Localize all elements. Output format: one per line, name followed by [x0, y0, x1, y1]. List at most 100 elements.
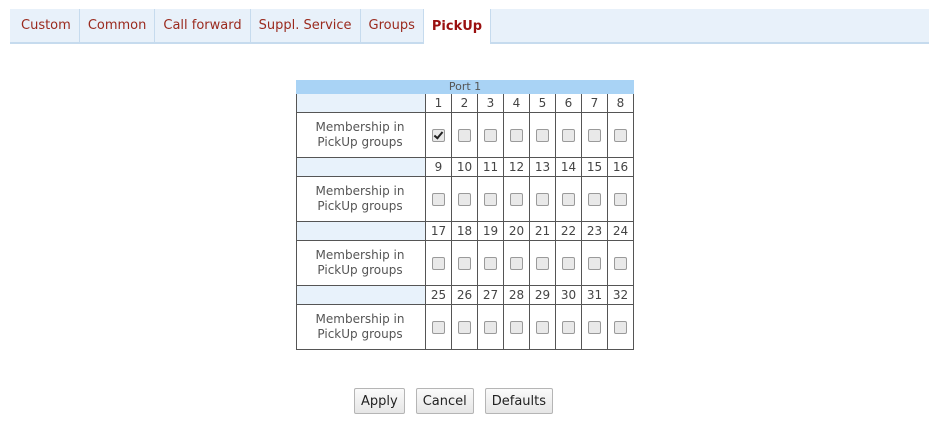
- membership-cell: [555, 240, 582, 286]
- membership-row: Membership in PickUp groups: [296, 112, 634, 158]
- group-number: 1: [425, 93, 452, 113]
- pickup-group-checkbox[interactable]: [458, 257, 471, 270]
- group-number: 23: [581, 221, 608, 241]
- membership-label: Membership in PickUp groups: [296, 240, 426, 286]
- group-number: 5: [529, 93, 556, 113]
- group-number: 29: [529, 285, 556, 305]
- membership-cell: [451, 304, 478, 350]
- group-number: 6: [555, 93, 582, 113]
- pickup-group-checkbox[interactable]: [614, 193, 627, 206]
- pickup-group-checkbox[interactable]: [536, 321, 549, 334]
- header-blank-cell: [296, 93, 426, 113]
- membership-cell: [451, 176, 478, 222]
- pickup-group-checkbox[interactable]: [458, 129, 471, 142]
- group-number: 4: [503, 93, 530, 113]
- pickup-group-checkbox[interactable]: [588, 257, 601, 270]
- membership-cell: [451, 240, 478, 286]
- tab-call-forward[interactable]: Call forward: [155, 9, 251, 42]
- tab-common[interactable]: Common: [80, 9, 156, 42]
- membership-cell: [555, 112, 582, 158]
- port-number-row: 17 18 19 20 21 22 23 24: [296, 221, 634, 241]
- pickup-group-checkbox[interactable]: [614, 257, 627, 270]
- group-number: 3: [477, 93, 504, 113]
- group-number: 13: [529, 157, 556, 177]
- pickup-group-checkbox[interactable]: [510, 193, 523, 206]
- membership-row: Membership in PickUp groups: [296, 176, 634, 222]
- membership-cell: [425, 176, 452, 222]
- pickup-group-checkbox[interactable]: [536, 193, 549, 206]
- group-number: 20: [503, 221, 530, 241]
- pickup-group-checkbox[interactable]: [614, 129, 627, 142]
- port-number-row: 9 10 11 12 13 14 15 16: [296, 157, 634, 177]
- group-number: 19: [477, 221, 504, 241]
- pickup-group-checkbox[interactable]: [484, 193, 497, 206]
- tab-suppl-service[interactable]: Suppl. Service: [251, 9, 361, 42]
- group-number: 32: [607, 285, 634, 305]
- tab-pickup[interactable]: PickUp: [423, 9, 492, 44]
- group-number: 22: [555, 221, 582, 241]
- pickup-group-checkbox[interactable]: [484, 129, 497, 142]
- tab-custom[interactable]: Custom: [10, 9, 80, 42]
- pickup-group-checkbox[interactable]: [432, 193, 445, 206]
- pickup-group-checkbox[interactable]: [588, 193, 601, 206]
- membership-cell: [477, 176, 504, 222]
- defaults-button[interactable]: Defaults: [484, 388, 554, 414]
- membership-cell: [425, 304, 452, 350]
- membership-cell: [425, 240, 452, 286]
- apply-button[interactable]: Apply: [354, 388, 405, 414]
- membership-cell: [581, 304, 608, 350]
- pickup-group-checkbox[interactable]: [614, 321, 627, 334]
- pickup-group-checkbox[interactable]: [510, 257, 523, 270]
- pickup-group-checkbox[interactable]: [562, 193, 575, 206]
- pickup-group-checkbox[interactable]: [536, 257, 549, 270]
- membership-cell: [477, 240, 504, 286]
- tab-groups[interactable]: Groups: [361, 9, 424, 42]
- pickup-group-checkbox[interactable]: [562, 321, 575, 334]
- pickup-group-checkbox[interactable]: [536, 129, 549, 142]
- group-number: 27: [477, 285, 504, 305]
- port-number-row: 25 26 27 28 29 30 31 32: [296, 285, 634, 305]
- group-number: 2: [451, 93, 478, 113]
- group-number: 10: [451, 157, 478, 177]
- group-number: 15: [581, 157, 608, 177]
- group-number: 26: [451, 285, 478, 305]
- pickup-group-checkbox[interactable]: [458, 321, 471, 334]
- group-number: 25: [425, 285, 452, 305]
- port-number-row: 12345678: [296, 93, 634, 113]
- pickup-group-checkbox[interactable]: [432, 257, 445, 270]
- membership-cell: [477, 304, 504, 350]
- tab-bar: Custom Common Call forward Suppl. Servic…: [10, 9, 929, 44]
- cancel-button[interactable]: Cancel: [415, 388, 474, 414]
- pickup-group-checkbox[interactable]: [562, 257, 575, 270]
- membership-cell: [529, 112, 556, 158]
- pickup-group-checkbox[interactable]: [458, 193, 471, 206]
- group-number: 14: [555, 157, 582, 177]
- membership-cell: [451, 112, 478, 158]
- pickup-group-checkbox[interactable]: [562, 129, 575, 142]
- pickup-group-checkbox[interactable]: [484, 257, 497, 270]
- membership-cell: [503, 240, 530, 286]
- port-pickup-table: Port 1 1 2 3 4 5 6 7 8 Membership in PickUp grou…: [296, 80, 634, 350]
- group-number: 9: [425, 157, 452, 177]
- pickup-group-checkbox[interactable]: [432, 129, 445, 142]
- membership-cell: [607, 304, 634, 350]
- membership-cell: [555, 304, 582, 350]
- group-number: 12: [503, 157, 530, 177]
- membership-cell: [607, 176, 634, 222]
- membership-cell: [503, 304, 530, 350]
- pickup-group-checkbox[interactable]: [484, 321, 497, 334]
- pickup-group-checkbox[interactable]: [588, 321, 601, 334]
- membership-label: Membership in PickUp groups: [296, 112, 426, 158]
- header-blank-cell: [296, 157, 426, 177]
- pickup-group-checkbox[interactable]: [588, 129, 601, 142]
- membership-cell: [581, 176, 608, 222]
- pickup-group-checkbox[interactable]: [510, 321, 523, 334]
- header-blank-cell: [296, 221, 426, 241]
- group-number: 30: [555, 285, 582, 305]
- group-number: 31: [581, 285, 608, 305]
- pickup-group-checkbox[interactable]: [510, 129, 523, 142]
- membership-cell: [581, 112, 608, 158]
- membership-label: Membership in PickUp groups: [296, 176, 426, 222]
- pickup-group-checkbox[interactable]: [432, 321, 445, 334]
- membership-cell: [503, 176, 530, 222]
